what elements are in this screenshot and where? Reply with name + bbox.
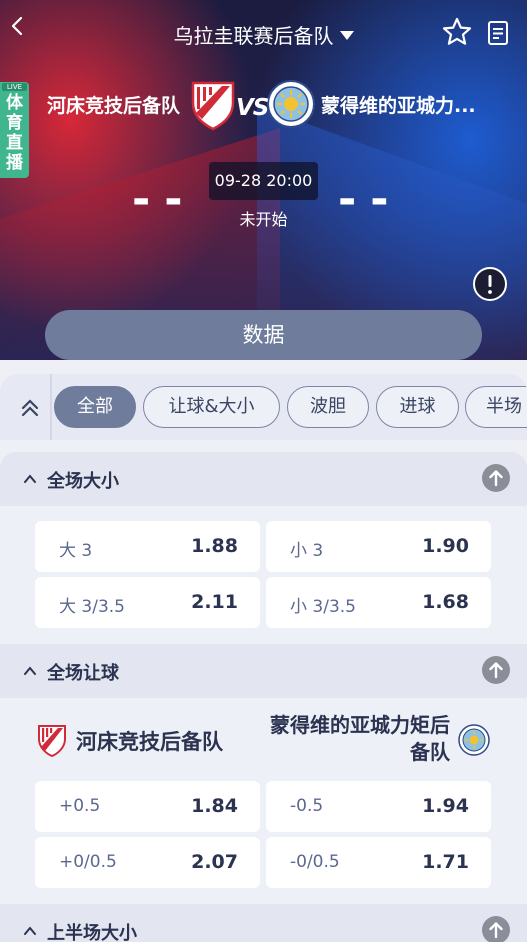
odds-value: 2.07 bbox=[191, 851, 238, 873]
away-team-crest-icon bbox=[267, 80, 315, 128]
star-icon bbox=[442, 17, 472, 45]
odds-label: +0.5 bbox=[59, 796, 101, 816]
arrow-up-circle-icon[interactable] bbox=[482, 464, 510, 492]
filter-chip-goals[interactable]: 进球 bbox=[376, 386, 459, 428]
odds-value: 1.88 bbox=[191, 535, 238, 557]
odds-cell[interactable]: 大 3 1.88 bbox=[35, 521, 260, 572]
odds-cell[interactable]: 大 3/3.5 2.11 bbox=[35, 577, 260, 628]
odds-value: 1.71 bbox=[422, 851, 469, 873]
filter-chip-handicap-total[interactable]: 让球&大小 bbox=[143, 386, 280, 428]
live-mini-badge: LIVE bbox=[2, 83, 27, 91]
away-team-name: 蒙得维的亚城力... bbox=[321, 95, 476, 117]
info-button[interactable] bbox=[473, 267, 507, 301]
live-stream-label: 体育直播 bbox=[6, 93, 23, 173]
match-status: 未开始 bbox=[239, 210, 288, 229]
handicap-home-team-name: 河床竞技后备队 bbox=[76, 730, 223, 754]
section-handicap-header[interactable]: 全场让球 bbox=[0, 644, 527, 698]
section-half-total-title: 上半场大小 bbox=[47, 923, 137, 942]
info-icon bbox=[473, 267, 507, 301]
odds-cell[interactable]: -0.5 1.94 bbox=[266, 781, 491, 832]
odds-value: 1.68 bbox=[422, 591, 469, 613]
section-total-title: 全场大小 bbox=[47, 471, 119, 492]
home-team-crest-icon bbox=[191, 81, 235, 131]
odds-label: +0/0.5 bbox=[59, 852, 117, 872]
caret-down-icon bbox=[339, 31, 354, 40]
rules-button[interactable] bbox=[486, 20, 510, 46]
away-team-crest-icon bbox=[458, 724, 490, 756]
odds-value: 1.84 bbox=[191, 795, 238, 817]
section-total-body: 大 3 1.88 小 3 1.90 大 3/3.5 2.11 小 3/3.5 1… bbox=[0, 506, 527, 644]
odds-label: 小 3 bbox=[290, 541, 324, 561]
handicap-away-team-name: 蒙得维的亚城力矩后备队 bbox=[270, 713, 450, 764]
arrow-up-circle-icon[interactable] bbox=[482, 656, 510, 684]
filter-chip-half[interactable]: 半场 bbox=[465, 386, 527, 428]
odds-label: -0/0.5 bbox=[290, 852, 340, 872]
odds-cell[interactable]: +0.5 1.84 bbox=[35, 781, 260, 832]
chevron-up-icon bbox=[24, 666, 36, 675]
live-stream-tab[interactable]: LIVE 体育直播 bbox=[0, 82, 29, 178]
odds-label: 大 3 bbox=[59, 541, 93, 561]
section-handicap-title: 全场让球 bbox=[47, 663, 119, 684]
odds-value: 1.90 bbox=[422, 535, 469, 557]
odds-value: 1.94 bbox=[422, 795, 469, 817]
filter-chip-all[interactable]: 全部 bbox=[54, 386, 136, 428]
odds-value: 2.11 bbox=[191, 591, 238, 613]
odds-cell[interactable]: +0/0.5 2.07 bbox=[35, 837, 260, 888]
list-icon bbox=[488, 21, 508, 45]
odds-label: 小 3/3.5 bbox=[290, 597, 356, 617]
filter-divider bbox=[50, 374, 52, 440]
odds-cell[interactable]: -0/0.5 1.71 bbox=[266, 837, 491, 888]
market-filter-bar: 全部 让球&大小 波胆 进球 半场 bbox=[0, 374, 527, 440]
odds-cell[interactable]: 小 3/3.5 1.68 bbox=[266, 577, 491, 628]
match-time: 09-28 20:00 bbox=[209, 162, 318, 200]
top-bar: 乌拉圭联赛后备队 bbox=[0, 0, 527, 64]
odds-cell[interactable]: 小 3 1.90 bbox=[266, 521, 491, 572]
league-title-text: 乌拉圭联赛后备队 bbox=[173, 24, 334, 48]
filter-chip-correct-score[interactable]: 波胆 bbox=[287, 386, 369, 428]
section-total-header[interactable]: 全场大小 bbox=[0, 452, 527, 506]
arrow-up-circle-icon[interactable] bbox=[482, 916, 510, 942]
home-team-crest-icon bbox=[38, 725, 66, 758]
data-tab[interactable]: 数据 bbox=[45, 310, 482, 360]
double-chevron-up-icon bbox=[21, 399, 39, 417]
home-team-name: 河床竞技后备队 bbox=[47, 95, 181, 117]
chevron-up-icon bbox=[24, 474, 36, 483]
chevron-up-icon bbox=[24, 926, 36, 935]
odds-label: -0.5 bbox=[290, 796, 324, 816]
vs-label: VS bbox=[236, 95, 269, 121]
favorite-button[interactable] bbox=[441, 16, 473, 48]
collapse-button[interactable] bbox=[16, 394, 44, 422]
odds-label: 大 3/3.5 bbox=[59, 597, 125, 617]
section-half-total-header[interactable]: 上半场大小 bbox=[0, 904, 527, 942]
